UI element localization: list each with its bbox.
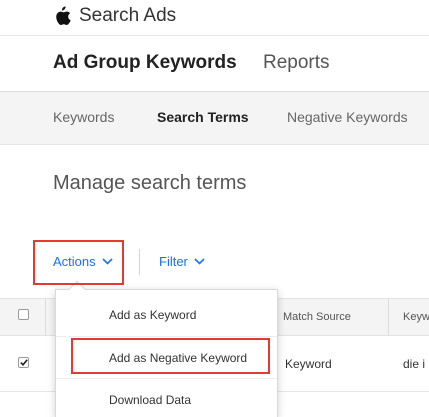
actions-menu: Add as Keyword Add as Negative Keyword D… <box>55 280 278 417</box>
tab-ad-group-keywords[interactable]: Ad Group Keywords <box>53 52 237 74</box>
chevron-down-icon <box>102 258 113 265</box>
page-title: Manage search terms <box>53 172 247 194</box>
top-bar: Search Ads <box>0 0 429 36</box>
cell-match-source: Keyword <box>285 357 332 371</box>
cell-keyword: die i <box>403 357 426 371</box>
actions-button[interactable]: Actions <box>53 254 113 269</box>
toolbar-divider <box>139 249 140 275</box>
menu-item-add-as-keyword[interactable]: Add as Keyword <box>56 294 277 336</box>
brand-name: Search Ads <box>79 5 177 26</box>
filter-label: Filter <box>159 254 188 269</box>
column-divider <box>388 299 389 335</box>
secondary-nav: Keywords Search Terms Negative Keywords <box>0 92 429 145</box>
row-checkbox[interactable] <box>18 357 29 368</box>
actions-label: Actions <box>53 254 96 269</box>
column-header-match-source[interactable]: Match Source <box>283 311 351 323</box>
column-divider <box>45 299 46 335</box>
menu-item-download-data[interactable]: Download Data <box>56 378 277 417</box>
subtab-negative-keywords[interactable]: Negative Keywords <box>287 109 408 125</box>
subtab-keywords[interactable]: Keywords <box>53 109 114 125</box>
select-all-checkbox[interactable] <box>18 309 29 320</box>
chevron-down-icon <box>194 258 205 265</box>
apple-logo-icon <box>56 6 71 26</box>
primary-nav: Ad Group Keywords Reports <box>0 36 429 92</box>
column-header-keyword[interactable]: Keyw <box>403 311 429 323</box>
subtab-search-terms[interactable]: Search Terms <box>157 109 249 125</box>
tab-reports[interactable]: Reports <box>263 52 330 74</box>
menu-item-add-as-negative-keyword[interactable]: Add as Negative Keyword <box>56 336 277 378</box>
brand[interactable]: Search Ads <box>54 5 176 27</box>
checkmark-icon <box>20 359 28 366</box>
filter-button[interactable]: Filter <box>159 254 205 269</box>
